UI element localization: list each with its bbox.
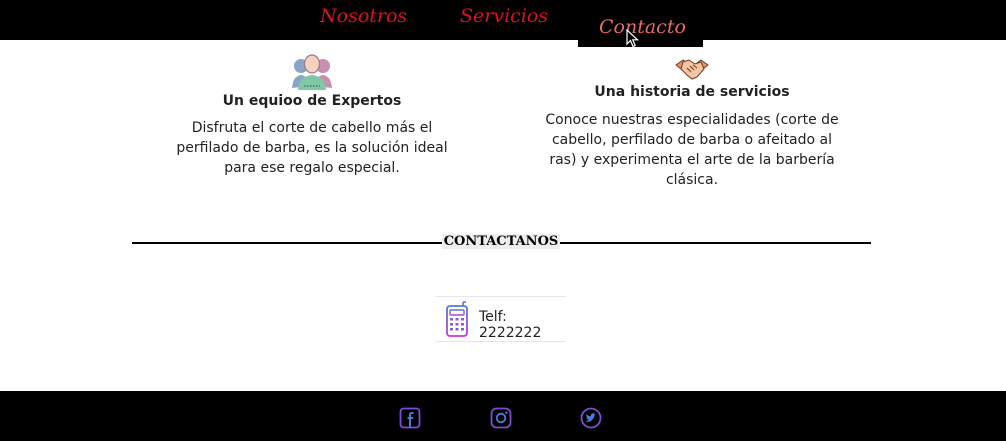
feature-title: Una historia de servicios xyxy=(594,84,790,100)
twitter-icon[interactable] xyxy=(580,407,602,429)
team-icon xyxy=(292,54,332,90)
facebook-icon[interactable] xyxy=(399,407,421,429)
feature-title: Un equioo de Expertos xyxy=(222,93,402,109)
footer xyxy=(0,391,1006,441)
phone-number: Telf: 2222222 xyxy=(479,309,542,341)
phone-icon xyxy=(446,301,468,337)
feature-text: Conoce nuestras especialidades (corte de… xyxy=(545,112,839,188)
divider-line-right xyxy=(560,242,871,244)
section-divider: CONTACTANOS xyxy=(132,232,871,252)
top-nav: Nosotros Servicios Contacto xyxy=(0,0,1006,47)
feature-history: Una historia de servicios Conoce nuestra… xyxy=(540,56,844,190)
contact-phone-row: Telf: 2222222 xyxy=(436,296,566,342)
nav-link-nosotros[interactable]: Nosotros xyxy=(320,5,407,27)
section-heading: CONTACTANOS xyxy=(442,234,560,249)
feature-experts: Un equioo de Expertos Disfruta el corte … xyxy=(160,52,464,178)
mouse-cursor-icon xyxy=(626,29,640,48)
nav-link-contacto[interactable]: Contacto xyxy=(599,16,686,38)
instagram-icon[interactable] xyxy=(490,407,512,429)
feature-text: Disfruta el corte de cabello más el perf… xyxy=(176,120,448,176)
nav-link-servicios[interactable]: Servicios xyxy=(460,5,548,27)
divider-line-left xyxy=(132,242,442,244)
handshake-icon xyxy=(675,59,709,80)
